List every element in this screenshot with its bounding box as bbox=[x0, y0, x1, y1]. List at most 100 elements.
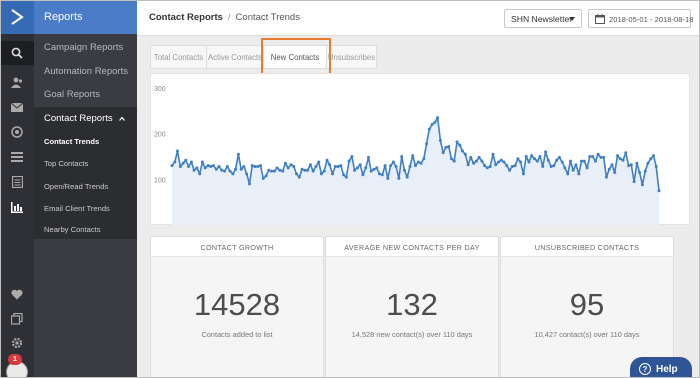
data-point[interactable] bbox=[610, 163, 614, 167]
data-point[interactable] bbox=[560, 160, 564, 164]
logo-arrow-icon[interactable] bbox=[0, 0, 34, 34]
data-point[interactable] bbox=[469, 155, 473, 159]
data-point[interactable] bbox=[283, 161, 287, 165]
data-point[interactable] bbox=[508, 168, 512, 172]
data-point[interactable] bbox=[627, 164, 631, 168]
data-point[interactable] bbox=[217, 165, 221, 168]
data-point[interactable] bbox=[225, 165, 229, 168]
data-point[interactable] bbox=[582, 159, 586, 163]
data-point[interactable] bbox=[267, 168, 271, 172]
data-point[interactable] bbox=[585, 166, 589, 170]
data-point[interactable] bbox=[607, 167, 611, 171]
data-point[interactable] bbox=[535, 159, 539, 163]
tab-total-contacts[interactable]: Total Contacts bbox=[150, 45, 207, 69]
data-point[interactable] bbox=[361, 173, 365, 177]
nav-sub-top-contacts[interactable]: Top Contacts bbox=[44, 159, 88, 168]
data-point[interactable] bbox=[652, 154, 655, 158]
document-icon[interactable] bbox=[0, 170, 34, 194]
data-point[interactable] bbox=[256, 165, 260, 168]
nav-sub-open-read-trends[interactable]: Open/Read Trends bbox=[44, 182, 108, 191]
data-point[interactable] bbox=[566, 172, 570, 176]
data-point[interactable] bbox=[616, 154, 619, 158]
data-point[interactable] bbox=[447, 145, 451, 148]
data-point[interactable] bbox=[510, 165, 514, 168]
data-point[interactable] bbox=[549, 165, 553, 168]
data-point[interactable] bbox=[297, 175, 301, 179]
data-point[interactable] bbox=[189, 160, 193, 164]
data-point[interactable] bbox=[231, 172, 235, 176]
data-point[interactable] bbox=[480, 159, 484, 163]
nav-group-header[interactable]: Contact Reports bbox=[44, 113, 113, 124]
data-point[interactable] bbox=[458, 143, 462, 147]
data-point[interactable] bbox=[632, 180, 636, 184]
data-point[interactable] bbox=[591, 155, 595, 158]
data-point[interactable] bbox=[657, 189, 661, 193]
data-point[interactable] bbox=[513, 164, 517, 168]
data-point[interactable] bbox=[618, 157, 622, 161]
data-point[interactable] bbox=[427, 127, 431, 131]
data-point[interactable] bbox=[367, 155, 370, 159]
search-icon[interactable] bbox=[0, 41, 34, 65]
data-point[interactable] bbox=[444, 145, 448, 149]
data-point[interactable] bbox=[198, 172, 202, 176]
data-point[interactable] bbox=[261, 176, 265, 180]
nav-item-automation-reports[interactable]: Automation Reports bbox=[44, 66, 128, 77]
data-point[interactable] bbox=[430, 123, 434, 126]
data-point[interactable] bbox=[541, 165, 545, 168]
data-point[interactable] bbox=[499, 158, 503, 162]
data-point[interactable] bbox=[438, 139, 442, 142]
date-range-picker[interactable]: 2018-05-01 - 2018-08-18 bbox=[588, 9, 693, 28]
data-point[interactable] bbox=[355, 166, 359, 170]
list-icon[interactable] bbox=[0, 145, 34, 169]
data-point[interactable] bbox=[571, 168, 575, 172]
data-point[interactable] bbox=[344, 175, 348, 179]
data-point[interactable] bbox=[248, 182, 251, 186]
help-button[interactable]: ? Help bbox=[630, 357, 692, 378]
data-point[interactable] bbox=[353, 168, 357, 172]
data-point[interactable] bbox=[441, 151, 445, 155]
data-point[interactable] bbox=[563, 166, 567, 170]
data-point[interactable] bbox=[223, 169, 227, 173]
data-point[interactable] bbox=[281, 169, 285, 173]
data-point[interactable] bbox=[173, 160, 177, 164]
data-point[interactable] bbox=[649, 157, 653, 161]
data-point[interactable] bbox=[502, 160, 506, 164]
data-point[interactable] bbox=[220, 168, 224, 172]
data-point[interactable] bbox=[414, 164, 417, 168]
data-point[interactable] bbox=[308, 163, 312, 167]
data-point[interactable] bbox=[300, 167, 304, 171]
data-point[interactable] bbox=[336, 165, 340, 168]
data-point[interactable] bbox=[635, 161, 639, 165]
data-point[interactable] bbox=[187, 165, 191, 168]
data-point[interactable] bbox=[275, 166, 279, 170]
data-point[interactable] bbox=[546, 158, 550, 162]
data-point[interactable] bbox=[524, 155, 528, 158]
data-point[interactable] bbox=[497, 160, 500, 164]
data-point[interactable] bbox=[643, 169, 647, 173]
data-point[interactable] bbox=[272, 169, 276, 173]
chevron-up-icon[interactable] bbox=[119, 116, 125, 121]
data-point[interactable] bbox=[624, 151, 628, 155]
data-point[interactable] bbox=[339, 164, 343, 168]
data-point[interactable] bbox=[602, 155, 606, 159]
data-point[interactable] bbox=[250, 164, 254, 168]
data-point[interactable] bbox=[402, 168, 406, 172]
data-point[interactable] bbox=[369, 169, 373, 173]
heart-icon[interactable] bbox=[0, 282, 34, 306]
data-point[interactable] bbox=[654, 165, 658, 168]
data-point[interactable] bbox=[400, 155, 404, 158]
data-point[interactable] bbox=[347, 159, 351, 163]
data-point[interactable] bbox=[314, 165, 318, 168]
data-point[interactable] bbox=[527, 160, 531, 164]
data-point[interactable] bbox=[170, 164, 174, 168]
data-point[interactable] bbox=[195, 166, 199, 170]
data-point[interactable] bbox=[538, 155, 542, 158]
data-point[interactable] bbox=[383, 164, 387, 168]
data-point[interactable] bbox=[621, 158, 625, 162]
data-point[interactable] bbox=[386, 176, 390, 180]
data-point[interactable] bbox=[264, 174, 268, 178]
data-point[interactable] bbox=[574, 163, 578, 167]
data-point[interactable] bbox=[394, 165, 398, 168]
data-point[interactable] bbox=[184, 158, 188, 162]
data-point[interactable] bbox=[477, 155, 481, 159]
